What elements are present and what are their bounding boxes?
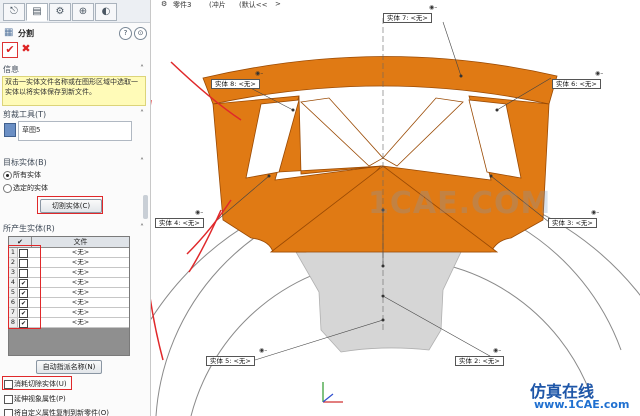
body-callout-8[interactable]: 实体 8: <无> — [211, 79, 260, 89]
watermark: 1CAE.COM — [368, 186, 552, 221]
row-file-name[interactable]: <无> — [32, 308, 129, 317]
ok-button[interactable]: ✔ — [2, 42, 18, 58]
table-empty-area — [9, 328, 129, 355]
pin-icon: ◉– — [591, 209, 600, 216]
body-callout-4[interactable]: 实体 4: <无> — [155, 218, 204, 228]
propagate-visual-properties-label: 延伸视象属性(P) — [14, 395, 66, 403]
row-file-name[interactable]: <无> — [32, 298, 129, 307]
propagate-visual-properties-checkbox[interactable] — [4, 395, 13, 404]
graphics-area[interactable]: ⚙ 零件3 (冲片 (默认<< > 实体 7: <无> 实体 8: <无> 实体… — [151, 0, 640, 416]
row-file-name[interactable]: <无> — [32, 318, 129, 327]
pin-icon: ◉– — [429, 4, 438, 11]
body-callout-5[interactable]: 实体 5: <无> — [206, 356, 255, 366]
all-bodies-radio[interactable] — [3, 171, 12, 180]
manager-tabs: ⎋ ▤ ⚙ ⊕ ◐ — [0, 0, 150, 23]
annotation-box-cut-button — [37, 196, 103, 214]
info-header-label: 信息 — [3, 65, 19, 74]
trim-tools-header-label: 剪裁工具(T) — [3, 110, 47, 119]
row-file-name[interactable]: <无> — [32, 248, 129, 257]
trim-tool-item[interactable]: 草图5 — [22, 125, 40, 135]
slot-left — [300, 97, 384, 167]
row-file-name[interactable]: <无> — [32, 268, 129, 277]
column-header-file: 文件 — [73, 238, 88, 246]
property-manager-panel: ⎋ ▤ ⚙ ⊕ ◐ ▦ 分割 ? ⊙ ✔ ✖ 信息 ˄ 双击一实体文件名称或在图… — [0, 0, 151, 416]
row-file-name[interactable]: <无> — [32, 288, 129, 297]
info-section-header[interactable]: 信息 ˄ — [3, 64, 147, 75]
ok-cancel-bar: ✔ ✖ — [0, 42, 150, 58]
body-callout-3[interactable]: 实体 3: <无> — [548, 218, 597, 228]
resulting-bodies-header-label: 所产生实体(R) — [3, 224, 55, 233]
copy-custom-properties-label: 将自定义属性复制到新零件(O) — [14, 409, 109, 416]
display-manager-tab-icon[interactable]: ◐ — [95, 3, 117, 21]
collapse-caret-icon[interactable]: ˄ — [140, 157, 144, 166]
row-file-name[interactable]: <无> — [32, 278, 129, 287]
pin-icon: ◉– — [259, 347, 268, 354]
pin-button[interactable]: ⊙ — [134, 27, 147, 40]
annotation-box-consume-option — [2, 376, 72, 390]
pin-icon: ◉– — [195, 209, 204, 216]
gray-tooth-region — [295, 251, 462, 353]
feature-manager-tab-icon[interactable]: ⎋ — [3, 3, 25, 21]
selected-bodies-label: 选定的实体 — [13, 184, 48, 192]
target-bodies-section-header[interactable]: 目标实体(B) ˄ — [3, 157, 147, 168]
collapse-caret-icon[interactable]: ˄ — [140, 64, 144, 73]
configuration-manager-tab-icon[interactable]: ⚙ — [49, 3, 71, 21]
row-file-name[interactable]: <无> — [32, 258, 129, 267]
coordinate-triad-icon — [322, 382, 343, 403]
all-bodies-label: 所有实体 — [13, 171, 41, 179]
pin-icon: ◉– — [255, 70, 264, 77]
brand-url: www.1CAE.com — [534, 398, 630, 411]
collapse-caret-icon[interactable]: ˄ — [140, 223, 144, 232]
dimxpert-manager-tab-icon[interactable]: ⊕ — [72, 3, 94, 21]
target-bodies-header-label: 目标实体(B) — [3, 158, 47, 167]
cancel-button[interactable]: ✖ — [20, 42, 32, 56]
help-button[interactable]: ? — [119, 27, 132, 40]
sketch-selection-icon — [4, 123, 16, 137]
property-manager-tab-icon[interactable]: ▤ — [26, 3, 48, 21]
info-message: 双击一实体文件名称或在图形区域中选取一实体以将实体保存到新文件。 — [2, 76, 146, 106]
collapse-caret-icon[interactable]: ˄ — [140, 109, 144, 118]
selected-bodies-radio[interactable] — [3, 184, 12, 193]
trim-tools-section-header[interactable]: 剪裁工具(T) ˄ — [3, 109, 147, 120]
resulting-bodies-section-header[interactable]: 所产生实体(R) ˄ — [3, 223, 147, 234]
slot-right — [382, 97, 464, 167]
feature-title-text: 分割 — [18, 29, 34, 38]
pin-icon: ◉– — [493, 347, 502, 354]
body-callout-7[interactable]: 实体 7: <无> — [383, 13, 432, 23]
trim-tools-selection-box[interactable]: 草图5 — [18, 121, 132, 141]
body-callout-2[interactable]: 实体 2: <无> — [455, 356, 504, 366]
body-callout-6[interactable]: 实体 6: <无> — [552, 79, 601, 89]
panel-scrollbar[interactable] — [143, 195, 148, 219]
feature-title: ▦ 分割 ? ⊙ — [2, 26, 148, 42]
pin-icon: ◉– — [595, 70, 604, 77]
auto-assign-names-button[interactable]: 自动指派名称(N) — [36, 360, 102, 374]
split-feature-icon: ▦ — [4, 27, 14, 38]
annotation-box-checkbox-column — [8, 245, 41, 329]
copy-custom-properties-checkbox[interactable] — [4, 409, 13, 416]
